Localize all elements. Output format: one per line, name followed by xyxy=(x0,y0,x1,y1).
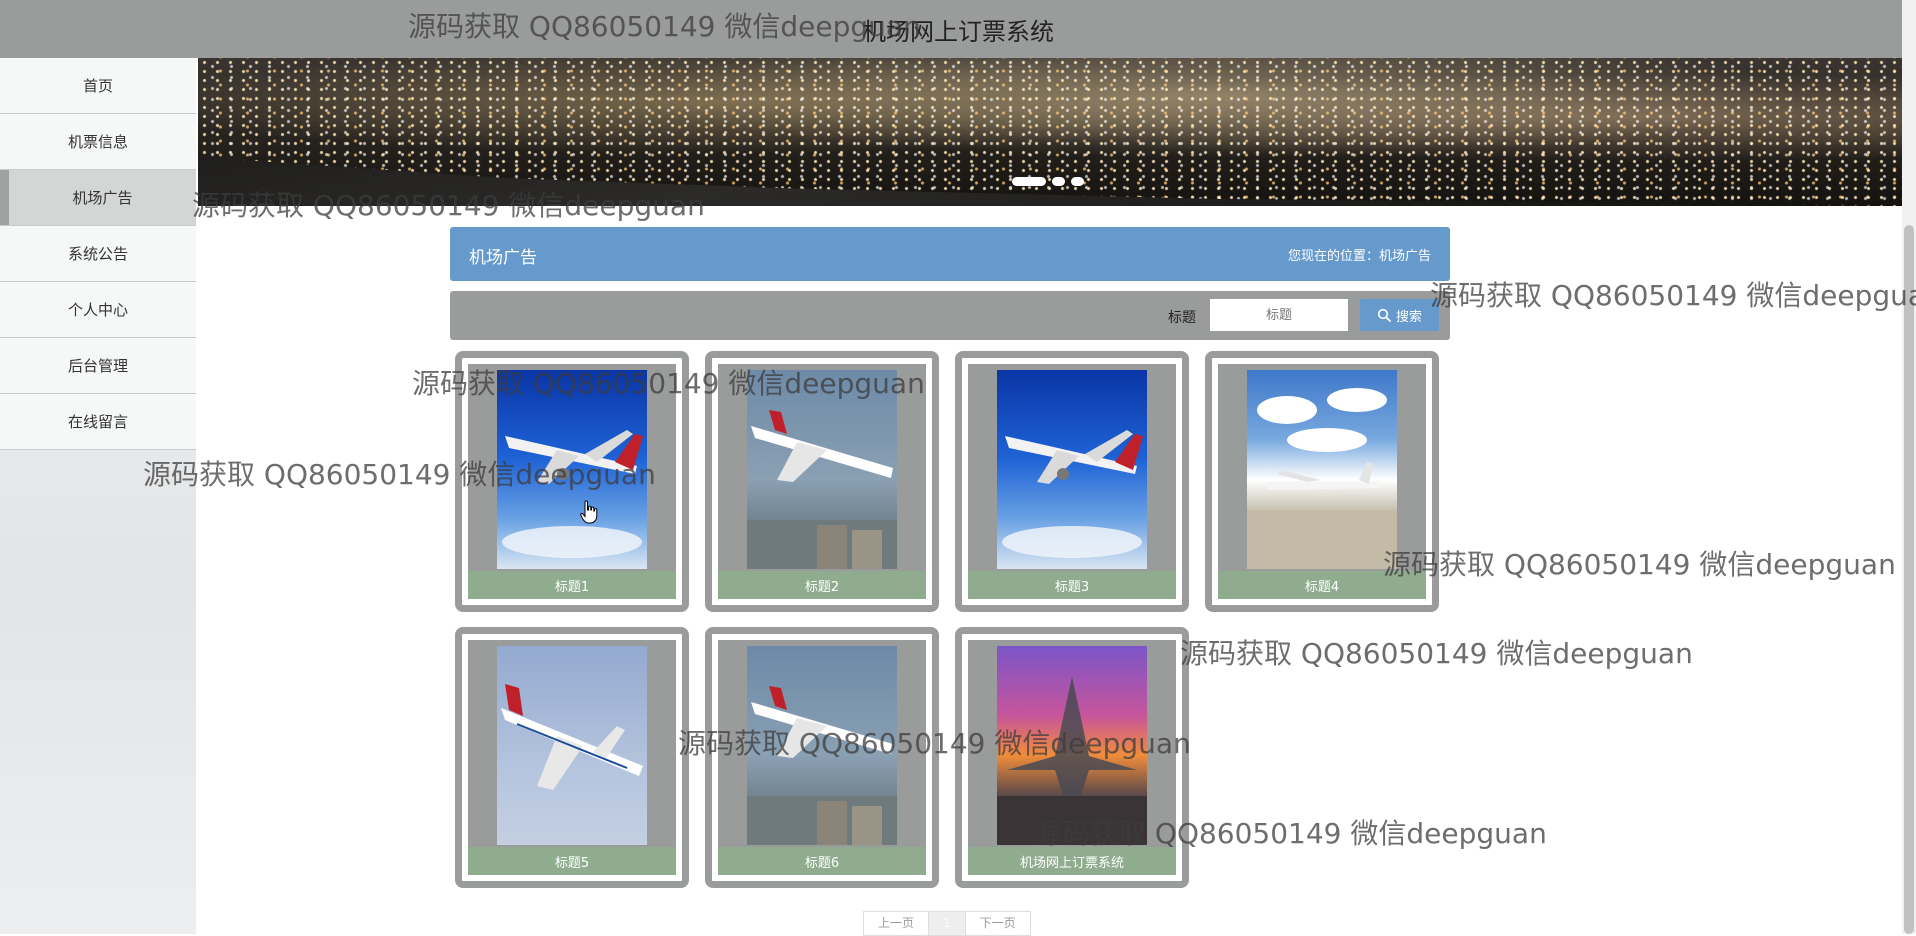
sidebar: 首页 机票信息 机场广告 系统公告 个人中心 后台管理 在线留言 xyxy=(0,58,196,934)
airplane-image xyxy=(502,430,643,558)
sidebar-item-tickets[interactable]: 机票信息 xyxy=(0,114,196,170)
search-bar: 标题 搜索 xyxy=(450,291,1450,340)
sidebar-item-label: 系统公告 xyxy=(67,245,128,263)
airplane-image xyxy=(501,684,643,790)
ad-card-image xyxy=(747,370,897,569)
card-frame: 标题4 xyxy=(1218,364,1426,599)
current-page-button[interactable]: 1 xyxy=(929,912,966,935)
prev-page-button[interactable]: 上一页 xyxy=(864,912,930,935)
ad-card[interactable]: 标题6 xyxy=(705,627,939,888)
section-title: 机场广告 xyxy=(469,248,537,268)
ad-card[interactable]: 标题2 xyxy=(705,351,939,612)
ad-card-title: 标题6 xyxy=(718,847,926,875)
scrollbar-thumb[interactable] xyxy=(1904,225,1914,934)
sidebar-item-label: 机场广告 xyxy=(72,189,133,207)
ad-card-image xyxy=(497,370,647,569)
top-header-bar: 机场网上订票系统 xyxy=(0,0,1916,58)
ad-card-image xyxy=(997,646,1147,845)
ad-card-title: 标题1 xyxy=(468,571,676,599)
ad-card-title: 标题4 xyxy=(1218,571,1426,599)
ad-card[interactable]: 机场网上订票系统 xyxy=(955,627,1189,888)
fighter-jet-image xyxy=(997,676,1147,845)
carousel-dot-3[interactable] xyxy=(1071,177,1084,186)
sidebar-item-admin[interactable]: 后台管理 xyxy=(0,338,196,394)
sidebar-item-airport-ads[interactable]: 机场广告 xyxy=(0,170,196,226)
ad-card-title: 机场网上订票系统 xyxy=(968,847,1176,875)
next-page-button[interactable]: 下一页 xyxy=(966,912,1030,935)
ad-card-image xyxy=(1247,370,1397,569)
search-label: 标题 xyxy=(1168,310,1196,326)
ad-card-title: 标题2 xyxy=(718,571,926,599)
ad-card-title: 标题5 xyxy=(468,847,676,875)
ad-card[interactable]: 标题5 xyxy=(455,627,689,888)
search-input[interactable] xyxy=(1210,299,1348,331)
sidebar-item-label: 后台管理 xyxy=(67,357,128,375)
sidebar-item-label: 个人中心 xyxy=(67,301,128,319)
card-frame: 标题3 xyxy=(968,364,1176,599)
sidebar-item-messages[interactable]: 在线留言 xyxy=(0,394,196,450)
search-button[interactable]: 搜索 xyxy=(1360,299,1439,331)
search-icon xyxy=(1377,308,1391,322)
airplane-image xyxy=(1247,388,1397,569)
section-header: 机场广告 您现在的位置：机场广告 xyxy=(450,227,1450,281)
watermark-text: 源码获取 QQ86050149 微信deepguan xyxy=(1383,548,1896,581)
sidebar-item-home[interactable]: 首页 xyxy=(0,58,196,114)
ad-card-title: 标题3 xyxy=(968,571,1176,599)
ad-card-image xyxy=(747,646,897,845)
site-title: 机场网上订票系统 xyxy=(862,18,1054,46)
card-frame: 标题5 xyxy=(468,640,676,875)
card-frame: 机场网上订票系统 xyxy=(968,640,1176,875)
card-frame: 标题1 xyxy=(468,364,676,599)
airplane-image xyxy=(1002,430,1143,558)
sidebar-item-label: 首页 xyxy=(82,77,113,95)
carousel-indicators xyxy=(1012,177,1084,187)
card-frame: 标题2 xyxy=(718,364,926,599)
ad-card-image xyxy=(997,370,1147,569)
watermark-text: 源码获取 QQ86050149 微信deepguan xyxy=(1180,637,1693,670)
airplane-image xyxy=(747,410,897,569)
hand-cursor-icon xyxy=(580,500,598,524)
pagination: 上一页 1 下一页 xyxy=(863,911,1031,936)
sidebar-nav: 首页 机票信息 机场广告 系统公告 个人中心 后台管理 在线留言 xyxy=(0,58,196,450)
breadcrumb: 您现在的位置：机场广告 xyxy=(1287,249,1431,264)
page-scrollbar[interactable] xyxy=(1902,0,1916,934)
card-frame: 标题6 xyxy=(718,640,926,875)
ad-card[interactable]: 标题3 xyxy=(955,351,1189,612)
carousel-dot-1[interactable] xyxy=(1012,177,1046,186)
ad-card-image xyxy=(497,646,647,845)
ad-card[interactable]: 标题4 xyxy=(1205,351,1439,612)
sidebar-item-label: 机票信息 xyxy=(67,133,128,151)
ad-card[interactable]: 标题1 xyxy=(455,351,689,612)
sidebar-item-label: 在线留言 xyxy=(67,413,128,431)
sidebar-item-announcements[interactable]: 系统公告 xyxy=(0,226,196,282)
sidebar-item-personal-center[interactable]: 个人中心 xyxy=(0,282,196,338)
watermark-text: 源码获取 QQ86050149 微信deepguan xyxy=(1430,279,1916,312)
search-button-label: 搜索 xyxy=(1395,309,1422,325)
carousel-dot-2[interactable] xyxy=(1052,177,1065,186)
airplane-image xyxy=(747,686,897,845)
